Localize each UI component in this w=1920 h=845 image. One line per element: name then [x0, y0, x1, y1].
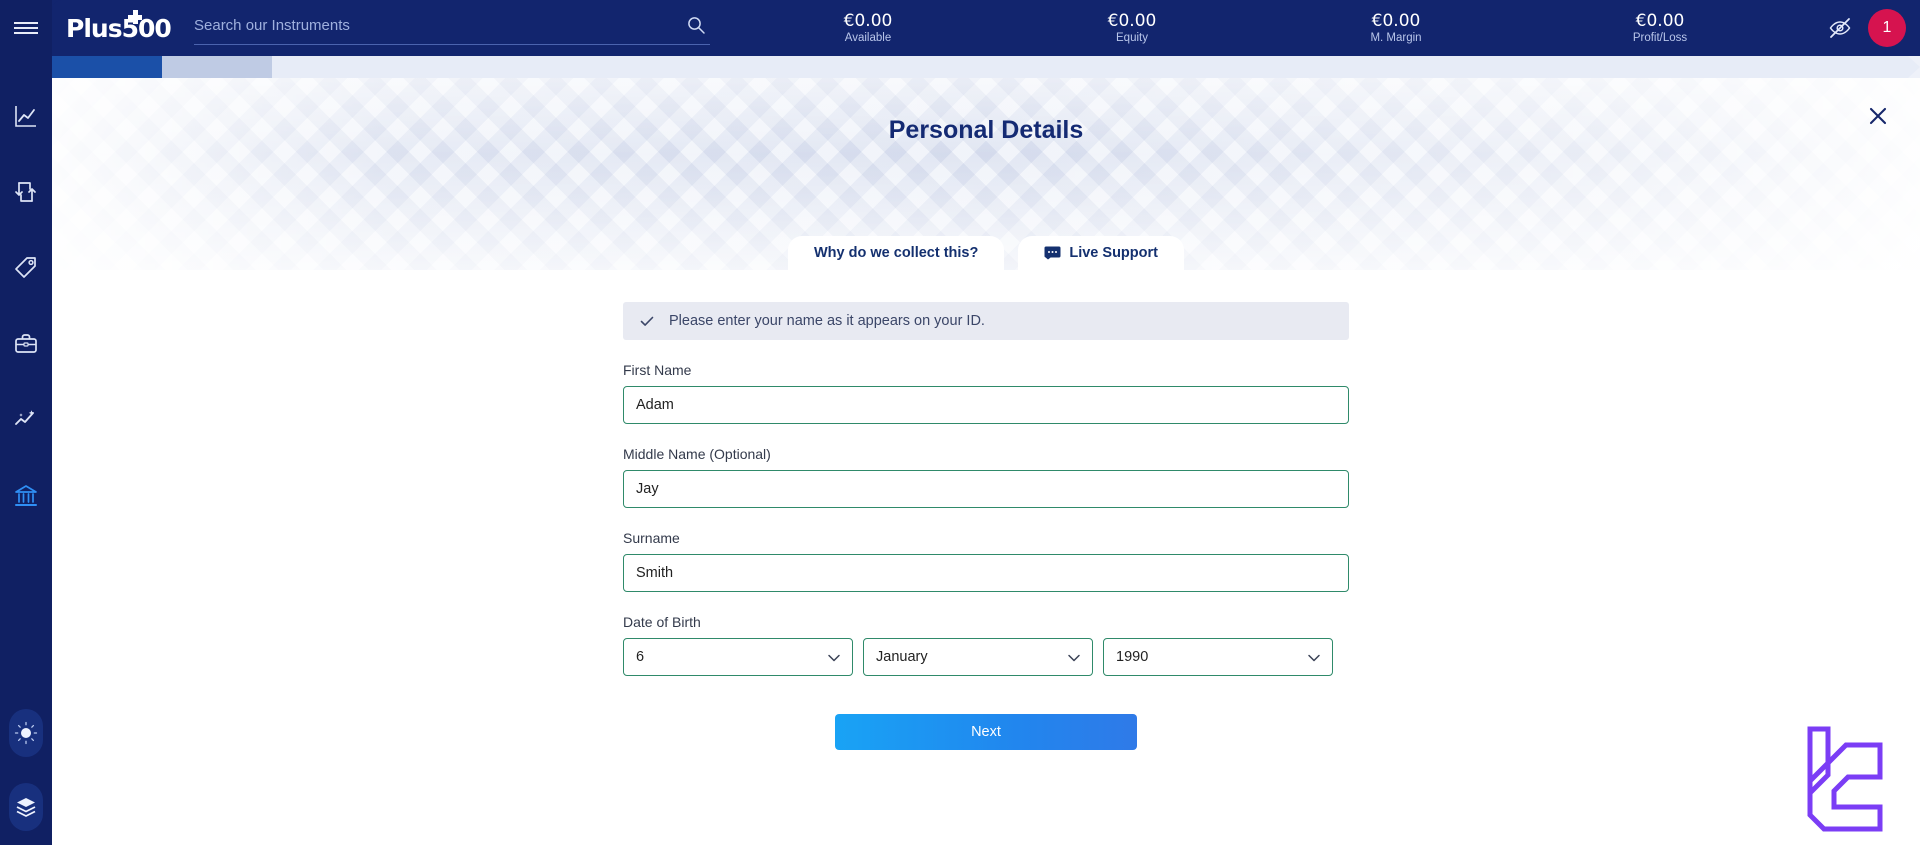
dob-day-value: 6: [636, 649, 645, 665]
progress-step: [272, 56, 1920, 78]
sidebar-item-portfolio[interactable]: [0, 306, 52, 382]
chevron-down-icon: [826, 650, 842, 670]
field-date-of-birth: Date of Birth 6 January 1990: [623, 614, 1349, 676]
surname-input[interactable]: [623, 554, 1349, 592]
sidebar-item-brightness[interactable]: [9, 709, 43, 757]
form-notice: Please enter your name as it appears on …: [623, 302, 1349, 340]
top-bar: Plus500 €0.00 Available €0.00 Equity: [52, 0, 1920, 56]
field-label: Middle Name (Optional): [623, 446, 771, 462]
price-tag-icon: [15, 257, 36, 278]
close-icon: [1869, 107, 1887, 125]
bank-icon: [15, 485, 37, 506]
lc-logo-mark: [1807, 726, 1883, 832]
hero-tabs: Why do we collect this? Live Support: [52, 234, 1920, 270]
chart-line-icon: [15, 106, 36, 127]
tab-label: Live Support: [1069, 245, 1158, 261]
chevron-down-icon: [1066, 650, 1082, 670]
eye-off-icon: [1829, 18, 1851, 38]
field-label: Surname: [623, 530, 680, 546]
plus500-logo[interactable]: Plus500: [66, 10, 172, 43]
field-surname: Surname: [623, 530, 1349, 592]
dob-year-value: 1990: [1116, 649, 1149, 665]
sidebar-item-trade[interactable]: [0, 154, 52, 230]
progress-step: [162, 56, 284, 78]
sidebar-item-insights[interactable]: [0, 382, 52, 458]
next-button[interactable]: Next: [835, 714, 1137, 750]
search-container: [194, 11, 710, 45]
chevron-down-icon: [1306, 650, 1322, 670]
page-title: Personal Details: [888, 116, 1084, 144]
main-panel: Personal Details Why do we collect this?: [52, 78, 1920, 845]
hamburger-bar: [14, 22, 38, 24]
hide-balance-button[interactable]: [1820, 8, 1860, 48]
progress-steps: [52, 56, 1920, 78]
plus-superscript-icon: [128, 10, 142, 24]
dob-month-select[interactable]: January: [863, 638, 1093, 676]
sidebar-item-layers[interactable]: [9, 783, 43, 831]
form-notice-text: Please enter your name as it appears on …: [669, 313, 985, 329]
sidebar-item-chart[interactable]: [0, 78, 52, 154]
personal-details-form: Please enter your name as it appears on …: [623, 302, 1349, 750]
dob-row: 6 January 1990: [623, 638, 1349, 676]
metric-value: €0.00: [1635, 11, 1685, 31]
tab-live-support[interactable]: Live Support: [1018, 236, 1184, 270]
stacked-layers-icon: [16, 798, 36, 817]
dob-day-select[interactable]: 6: [623, 638, 853, 676]
metric-label: Equity: [1116, 32, 1148, 44]
hamburger-bar: [14, 27, 38, 29]
account-metrics: €0.00 Available €0.00 Equity €0.00 M. Ma…: [736, 11, 1820, 45]
close-button[interactable]: [1862, 100, 1894, 132]
metric-available[interactable]: €0.00 Available: [736, 11, 1000, 45]
trade-arrows-icon: [15, 182, 36, 202]
briefcase-icon: [15, 334, 37, 353]
search-input[interactable]: [194, 11, 710, 45]
check-icon: [640, 316, 654, 326]
left-sidebar: [0, 0, 52, 845]
chat-bubble-icon: [1044, 246, 1061, 260]
first-name-input[interactable]: [623, 386, 1349, 424]
progress-step: [52, 56, 174, 78]
hero-banner: Personal Details Why do we collect this?: [52, 78, 1920, 270]
field-middle-name: Middle Name (Optional): [623, 446, 1349, 508]
tab-label: Why do we collect this?: [814, 245, 979, 261]
field-label: First Name: [623, 362, 692, 378]
dob-month-value: January: [876, 649, 928, 665]
metric-value: €0.00: [843, 11, 893, 31]
hamburger-bar: [14, 32, 38, 34]
field-first-name: First Name: [623, 362, 1349, 424]
insights-sparkle-icon: [15, 410, 35, 425]
metric-label: Profit/Loss: [1632, 32, 1688, 44]
logo-text: Plus500: [66, 13, 172, 43]
sidebar-bottom-nav: [0, 709, 52, 831]
search-icon[interactable]: [686, 15, 706, 40]
metric-label: M. Margin: [1370, 32, 1422, 44]
metric-profit-loss[interactable]: €0.00 Profit/Loss: [1528, 11, 1792, 45]
tab-why-do-we-collect-this[interactable]: Why do we collect this?: [788, 236, 1005, 270]
notification-badge[interactable]: 1: [1868, 9, 1906, 47]
field-label: Date of Birth: [623, 614, 701, 630]
metric-equity[interactable]: €0.00 Equity: [1000, 11, 1264, 45]
sidebar-nav: [0, 78, 52, 534]
hamburger-menu-icon[interactable]: [0, 0, 52, 56]
metric-maintenance-margin[interactable]: €0.00 M. Margin: [1264, 11, 1528, 45]
dob-year-select[interactable]: 1990: [1103, 638, 1333, 676]
sidebar-item-funds[interactable]: [0, 458, 52, 534]
metric-label: Available: [844, 32, 892, 44]
metric-value: €0.00: [1107, 11, 1157, 31]
watermark-logo: [1804, 725, 1886, 833]
brightness-dial-icon: [14, 721, 38, 745]
sidebar-item-prices[interactable]: [0, 230, 52, 306]
metric-value: €0.00: [1371, 11, 1421, 31]
app-root: Plus500 €0.00 Available €0.00 Equity: [0, 0, 1920, 845]
middle-name-input[interactable]: [623, 470, 1349, 508]
